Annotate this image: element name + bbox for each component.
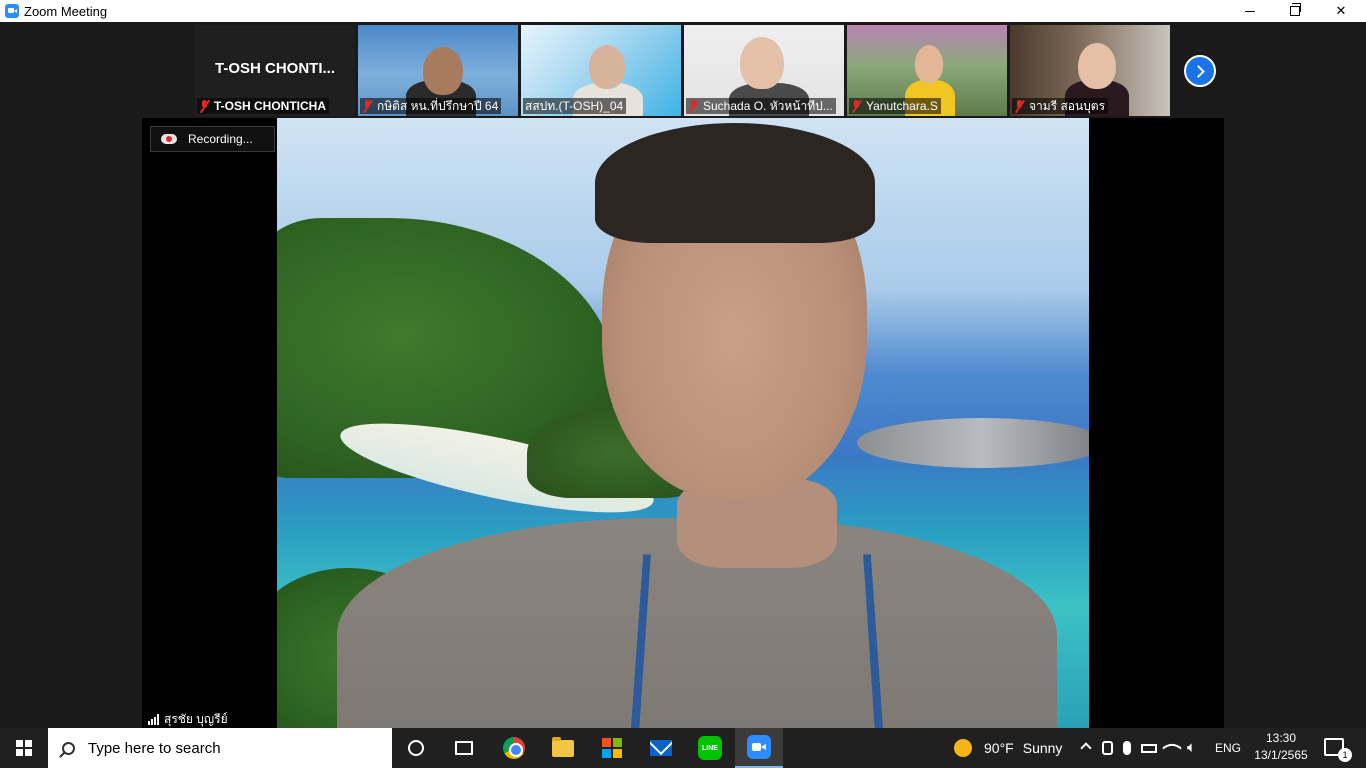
chevron-up-icon (1080, 742, 1092, 754)
participant-name: T-OSH CHONTICHA (214, 99, 326, 113)
line-icon: LINE (698, 736, 722, 760)
notification-count: 1 (1338, 748, 1352, 762)
participant-video-figure (423, 47, 463, 95)
speaker-name-label: สุรชัย บุญรีย์ (144, 710, 232, 728)
next-page-button[interactable] (1184, 55, 1216, 87)
clock-time: 13:30 (1265, 731, 1297, 745)
windows-taskbar: Type here to search LINE 90°F Sunny 🔈︎ E… (0, 728, 1366, 768)
participant-name: จามรี สอนบุตร (1029, 98, 1106, 113)
participant-label: Suchada O. หัวหน้าทีป... (686, 98, 836, 114)
search-placeholder: Type here to search (88, 739, 221, 757)
task-view-button[interactable] (440, 728, 488, 768)
minimize-icon (1245, 10, 1255, 12)
microphone-icon[interactable] (1123, 741, 1131, 755)
participant-video-figure (1078, 43, 1116, 89)
participant-name: สสปท.(T-OSH)_04 (525, 98, 624, 113)
meet-now-icon[interactable] (1102, 741, 1113, 755)
recording-text: Recording... (188, 132, 253, 146)
file-explorer-taskbar-button[interactable] (539, 728, 587, 768)
show-hidden-icons-button[interactable] (1078, 740, 1094, 756)
participant-thumbnail[interactable]: T-OSH CHONTI... T-OSH CHONTICHA (195, 25, 355, 116)
mic-muted-icon (362, 99, 373, 113)
chevron-right-icon (1191, 64, 1205, 78)
close-button[interactable]: ✕ (1318, 0, 1364, 22)
restore-icon (1290, 3, 1301, 16)
start-button[interactable] (0, 728, 48, 768)
speaker-name: สุรชัย บุญรีย์ (164, 711, 228, 726)
weather-condition: Sunny (1022, 740, 1063, 756)
line-taskbar-button[interactable]: LINE (686, 728, 734, 768)
participant-thumbnail[interactable]: Suchada O. หัวหน้าทีป... (684, 25, 844, 116)
input-language[interactable]: ENG (1215, 741, 1241, 755)
speaker-hair (595, 123, 875, 243)
weather-widget[interactable]: 90°F Sunny (954, 728, 1062, 768)
windows-icon (16, 740, 32, 756)
participant-thumbnail[interactable]: กษิติส หน.ที่ปรึกษาปี 64 (358, 25, 518, 116)
zoom-taskbar-button[interactable] (735, 728, 783, 768)
participant-thumbnail[interactable]: Yanutchara.S (847, 25, 1007, 116)
participant-label: T-OSH CHONTICHA (197, 98, 329, 114)
speaker-lanyard (630, 554, 884, 728)
cortana-icon (408, 740, 424, 756)
taskbar-search[interactable]: Type here to search (48, 728, 392, 768)
weather-temp: 90°F (984, 740, 1014, 756)
restore-button[interactable] (1272, 0, 1318, 22)
participant-label: จามรี สอนบุตร (1012, 98, 1109, 114)
signal-strength-icon (148, 713, 159, 725)
mic-muted-icon (1014, 99, 1025, 113)
zoom-icon (747, 735, 771, 759)
clock-date: 13/1/2565 (1254, 748, 1308, 762)
taskbar-clock[interactable]: 13:30 13/1/2565 (1252, 730, 1310, 764)
participant-display-name: T-OSH CHONTI... (215, 60, 335, 77)
window-title: Zoom Meeting (24, 3, 108, 19)
chrome-taskbar-button[interactable] (490, 728, 538, 768)
participant-thumbnail[interactable]: สสปท.(T-OSH)_04 (521, 25, 681, 116)
participant-video-figure (740, 37, 784, 89)
system-tray: 🔈︎ ENG (1074, 728, 1241, 768)
wifi-icon[interactable] (1162, 738, 1182, 758)
store-icon (602, 738, 622, 758)
recording-indicator[interactable]: Recording... (150, 126, 275, 152)
zoom-app-icon (5, 4, 19, 18)
cloud-recording-icon (161, 134, 177, 144)
action-center-button[interactable]: 1 (1324, 738, 1352, 762)
title-bar: Zoom Meeting ✕ (0, 0, 1366, 22)
meeting-area: T-OSH CHONTI... T-OSH CHONTICHA กษิติส ห… (0, 22, 1366, 728)
mail-icon (650, 740, 672, 756)
close-icon: ✕ (1335, 3, 1347, 18)
participant-label: Yanutchara.S (849, 98, 941, 114)
folder-icon (552, 736, 574, 757)
participant-video-figure (589, 45, 625, 89)
cortana-button[interactable] (392, 728, 440, 768)
participant-video-figure (915, 45, 943, 83)
mic-muted-icon (688, 99, 699, 113)
participant-thumbnail[interactable]: จามรี สอนบุตร (1010, 25, 1170, 116)
battery-icon[interactable] (1141, 743, 1157, 753)
sunny-icon (954, 739, 972, 757)
mail-taskbar-button[interactable] (637, 728, 685, 768)
participant-name: Suchada O. หัวหน้าทีป... (703, 98, 833, 113)
participant-name: Yanutchara.S (866, 99, 938, 113)
mic-muted-icon (851, 99, 862, 113)
mic-muted-icon (199, 99, 210, 113)
store-taskbar-button[interactable] (588, 728, 636, 768)
participant-label: สสปท.(T-OSH)_04 (523, 98, 627, 114)
participant-name: กษิติส หน.ที่ปรึกษาปี 64 (377, 98, 499, 113)
background-rocks (857, 418, 1089, 468)
search-icon (62, 741, 75, 755)
volume-icon[interactable]: 🔈︎ (1187, 740, 1203, 756)
virtual-background (277, 118, 1089, 728)
chrome-icon (503, 737, 525, 759)
task-view-icon (455, 741, 473, 755)
minimize-button[interactable] (1227, 0, 1273, 22)
active-speaker-video[interactable]: Recording... สุรชัย บุญรีย์ (142, 118, 1224, 728)
participant-label: กษิติส หน.ที่ปรึกษาปี 64 (360, 98, 502, 114)
